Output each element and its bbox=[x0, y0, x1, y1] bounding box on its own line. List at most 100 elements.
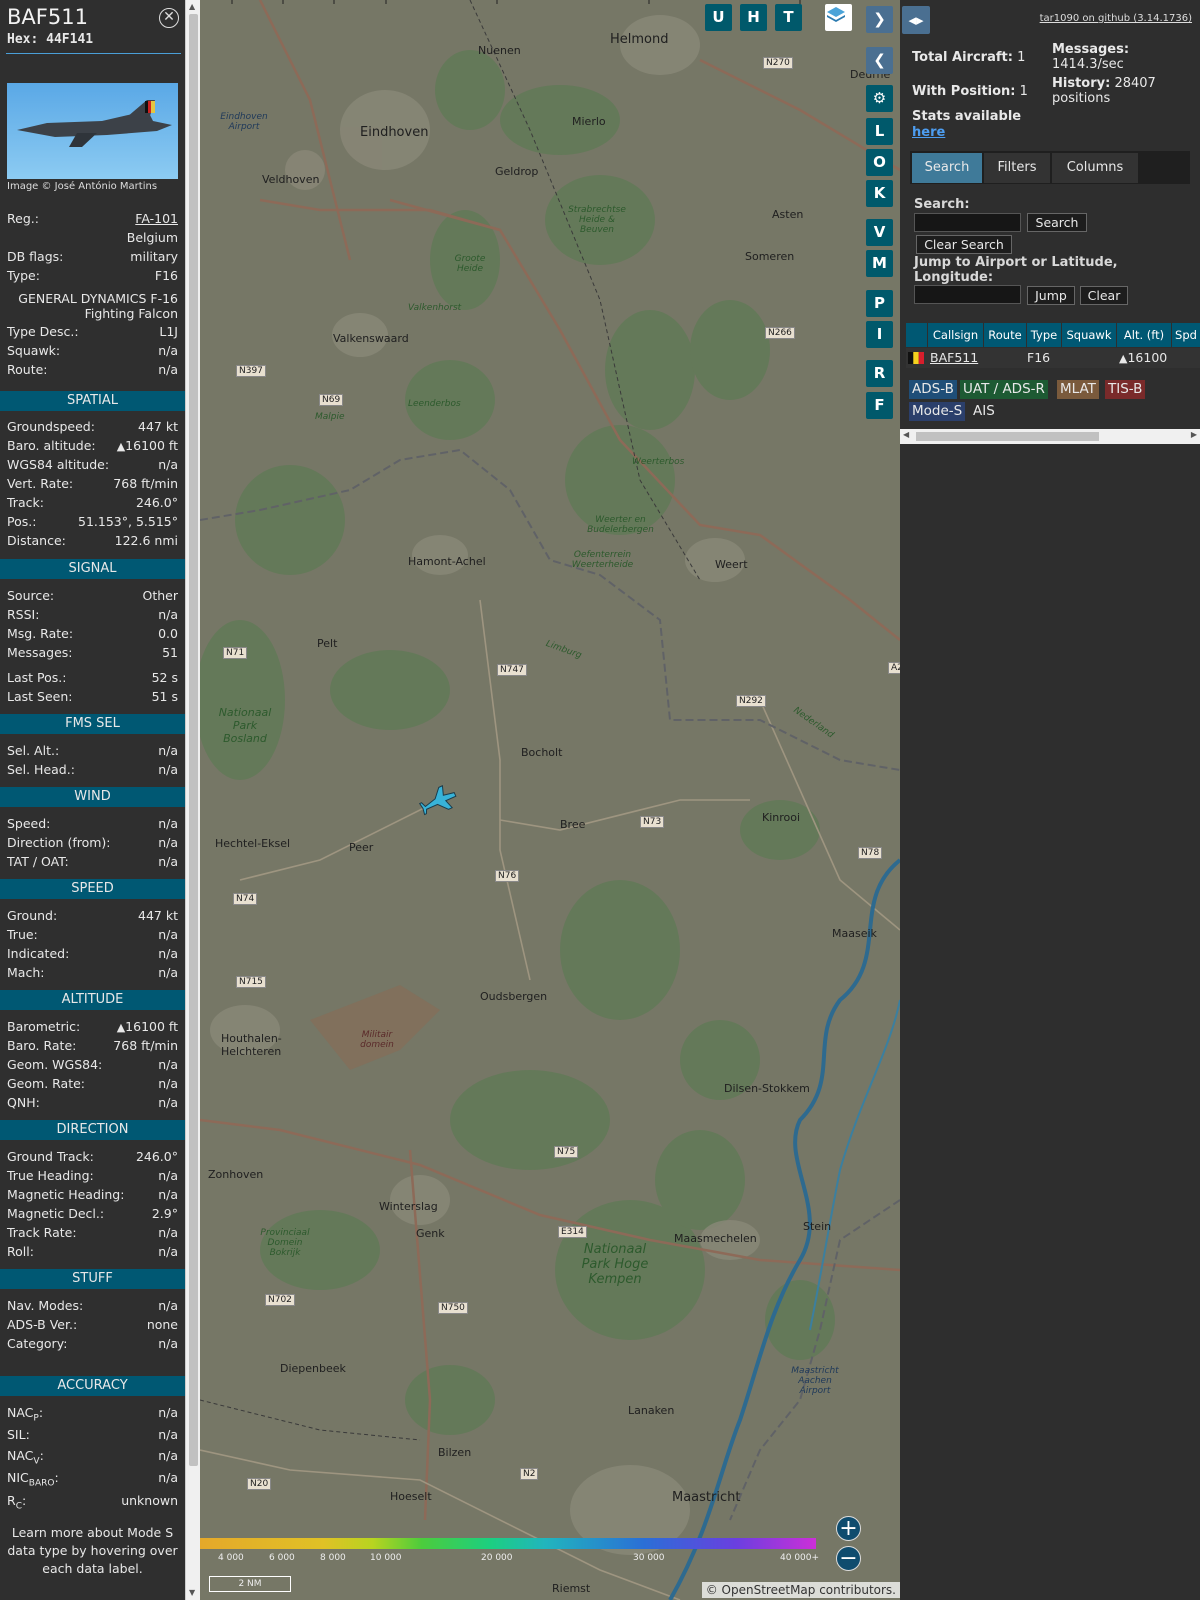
search-input[interactable] bbox=[914, 213, 1021, 232]
sil-value: n/a bbox=[158, 1427, 178, 1442]
vert-rate-row: Vert. Rate: 768 ft/min bbox=[7, 476, 178, 494]
aircraft-table-header: Callsign Route Type Squawk Alt. (ft) Spd bbox=[906, 323, 1200, 347]
table-horizontal-scrollbar[interactable]: ◀ ▶ bbox=[900, 429, 1200, 444]
rssi-value: n/a bbox=[158, 607, 178, 622]
place-riemst: Riemst bbox=[552, 1582, 591, 1595]
section-altitude: ALTITUDE bbox=[0, 990, 185, 1010]
squawk-value: n/a bbox=[158, 343, 178, 358]
baro-alt-value: ▲16100 ft bbox=[117, 438, 178, 453]
table-row[interactable]: BAF511 F16 ▲16100 bbox=[906, 348, 1200, 368]
search-button[interactable]: Search bbox=[1027, 213, 1087, 232]
github-link[interactable]: tar1090 on github (3.14.1736) bbox=[1040, 13, 1192, 24]
scroll-left-icon[interactable]: ◀ bbox=[903, 430, 909, 439]
map-button-m[interactable]: M bbox=[866, 250, 893, 277]
adsb-ver-label: ADS-B Ver.: bbox=[7, 1317, 78, 1332]
squawk-label: Squawk: bbox=[7, 343, 61, 358]
place-valkenswaard: Valkenswaard bbox=[333, 332, 409, 345]
column-route[interactable]: Route bbox=[984, 323, 1027, 347]
map-button-o[interactable]: O bbox=[866, 149, 893, 176]
source-value: Other bbox=[142, 588, 179, 603]
tab-columns[interactable]: Columns bbox=[1052, 153, 1138, 183]
jump-button[interactable]: Jump bbox=[1027, 286, 1075, 305]
stats-available: Stats available bbox=[912, 109, 1022, 124]
place-bree: Bree bbox=[560, 818, 586, 831]
tab-filters[interactable]: Filters bbox=[984, 153, 1050, 183]
reg-link[interactable]: FA-101 bbox=[135, 211, 178, 226]
column-altitude[interactable]: Alt. (ft) bbox=[1117, 323, 1172, 347]
scroll-right-icon[interactable]: ▶ bbox=[1191, 430, 1197, 439]
jump-input[interactable] bbox=[914, 285, 1021, 304]
road-n292: N292 bbox=[736, 695, 766, 707]
column-callsign[interactable]: Callsign bbox=[928, 323, 984, 347]
route-value: n/a bbox=[158, 362, 178, 377]
expand-collapse-icon[interactable]: ◂▸ bbox=[902, 6, 930, 34]
map-button-i[interactable]: I bbox=[866, 321, 893, 348]
map-button-p[interactable]: P bbox=[866, 290, 893, 317]
aircraft-list-panel: ◂▸ tar1090 on github (3.14.1736) Total A… bbox=[900, 0, 1200, 1600]
place-militair-domein: Militair domein bbox=[360, 1030, 394, 1050]
scroll-up-icon[interactable]: ▲ bbox=[189, 2, 195, 11]
dbflags-row: DB flags: military bbox=[7, 249, 178, 267]
chevron-right-icon[interactable]: ❯ bbox=[866, 6, 893, 33]
indicated-row: Indicated: n/a bbox=[7, 946, 178, 964]
map-button-l[interactable]: L bbox=[866, 118, 893, 145]
column-type[interactable]: Type bbox=[1027, 323, 1062, 347]
last-pos-label: Last Pos.: bbox=[7, 670, 67, 685]
clear-search-button[interactable]: Clear Search bbox=[916, 235, 1012, 254]
info-panel-scrollbar[interactable]: ▲ ▼ bbox=[185, 0, 200, 1600]
map-button-r[interactable]: R bbox=[866, 360, 893, 387]
section-fms-sel: FMS SEL bbox=[0, 714, 185, 734]
row-callsign-link[interactable]: BAF511 bbox=[930, 348, 978, 368]
divider bbox=[6, 53, 181, 54]
place-valkenhorst: Valkenhorst bbox=[408, 303, 462, 313]
column-speed[interactable]: Spd bbox=[1172, 323, 1200, 347]
tab-search[interactable]: Search bbox=[912, 153, 982, 183]
map-button-f[interactable]: F bbox=[866, 392, 893, 419]
aircraft-photo[interactable] bbox=[7, 83, 178, 179]
pos-row: Pos.: 51.153°, 5.515° bbox=[7, 514, 178, 532]
source-row: Source: Other bbox=[7, 588, 178, 606]
column-squawk[interactable]: Squawk bbox=[1062, 323, 1117, 347]
roll-value: n/a bbox=[158, 1244, 178, 1259]
geom-rate-value: n/a bbox=[158, 1076, 178, 1091]
settings-gear-icon[interactable]: ⚙ bbox=[866, 85, 893, 112]
vert-rate-value: 768 ft/min bbox=[113, 476, 178, 491]
road-n702: N702 bbox=[265, 1294, 295, 1306]
climb-arrow-icon: ▲ bbox=[116, 1021, 126, 1034]
scrollbar-thumb[interactable] bbox=[189, 14, 198, 1466]
stats-link[interactable]: here bbox=[912, 125, 945, 140]
scrollbar-thumb[interactable] bbox=[916, 432, 1099, 441]
road-n397: N397 bbox=[236, 365, 266, 377]
sel-alt-row: Sel. Alt.: n/a bbox=[7, 743, 178, 761]
column-flag[interactable] bbox=[906, 323, 928, 347]
scroll-down-icon[interactable]: ▼ bbox=[189, 1588, 195, 1597]
road-e314: E314 bbox=[558, 1226, 587, 1238]
road-n78: N78 bbox=[858, 847, 883, 859]
zoom-out-icon[interactable]: − bbox=[836, 1546, 861, 1571]
place-weerterheide: Oefenterrein Weerterheide bbox=[571, 550, 634, 570]
map-button-k[interactable]: K bbox=[866, 180, 893, 207]
place-geldrop: Geldrop bbox=[495, 165, 539, 178]
map[interactable]: Helmond Nuenen Eindhoven Mierlo Geldrop … bbox=[200, 0, 900, 1600]
close-icon[interactable]: ✕ bbox=[159, 8, 179, 28]
ground-track-label: Ground Track: bbox=[7, 1149, 94, 1164]
aircraft-marker-icon[interactable] bbox=[417, 783, 460, 820]
altitude-legend-label: 4 000 bbox=[218, 1553, 244, 1563]
legend-mlat: MLAT bbox=[1057, 380, 1099, 399]
track-rate-value: n/a bbox=[158, 1225, 178, 1240]
nacv-label: NACV: bbox=[7, 1448, 44, 1467]
true-heading-row: True Heading: n/a bbox=[7, 1168, 178, 1186]
map-attribution[interactable]: © OpenStreetMap contributors. bbox=[701, 1582, 900, 1598]
place-houthalen-helchteren: Houthalen-Helchteren bbox=[221, 1032, 282, 1058]
layers-icon[interactable] bbox=[825, 4, 852, 31]
map-button-v[interactable]: V bbox=[866, 219, 893, 246]
hex-label: Hex: bbox=[7, 32, 39, 47]
clear-button[interactable]: Clear bbox=[1080, 286, 1128, 305]
dbflags-value: military bbox=[130, 249, 178, 264]
zoom-in-icon[interactable]: + bbox=[836, 1516, 861, 1541]
wind-dir-value: n/a bbox=[158, 835, 178, 850]
true-heading-value: n/a bbox=[158, 1168, 178, 1183]
place-strabrechtse-heide: Strabrechtse Heide & Beuven bbox=[568, 205, 626, 235]
chevron-left-icon[interactable]: ❮ bbox=[866, 47, 893, 74]
reg-label: Reg.: bbox=[7, 211, 39, 226]
